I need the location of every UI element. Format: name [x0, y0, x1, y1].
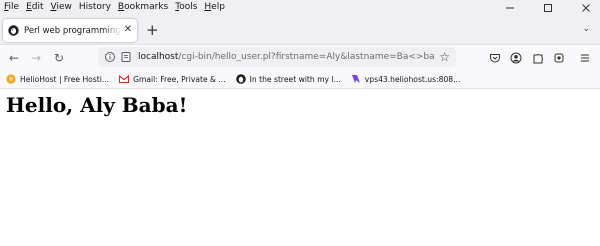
menu-history[interactable]: History [75, 1, 114, 14]
profile-icon [235, 74, 246, 84]
bookmark-vps43[interactable]: vps43.heliohost.us:808... [351, 74, 461, 84]
close-window-button[interactable] [572, 0, 600, 16]
bookmark-label: Gmail: Free, Private & ... [133, 74, 226, 84]
menu-edit[interactable]: Edit [23, 1, 47, 14]
tab-close-icon[interactable]: ✕ [124, 24, 132, 36]
bookmark-street[interactable]: In the street with my l... [235, 74, 341, 84]
tab-list-chevron-icon[interactable]: ⌄ [582, 24, 590, 34]
bookmark-heliohost[interactable]: HelioHost | Free Hosti... [6, 74, 109, 84]
bookmark-label: vps43.heliohost.us:808... [364, 74, 461, 84]
gmail-icon [119, 74, 130, 84]
perl-favicon-icon [8, 25, 19, 36]
menu-bookmarks[interactable]: Bookmarks [114, 1, 171, 14]
tab-title: Perl web programming (Perl scr [24, 25, 122, 36]
bookmark-label: In the street with my l... [249, 74, 341, 84]
menu-view[interactable]: View [47, 1, 75, 14]
back-arrow-icon: ← [8, 51, 20, 65]
menu-tools-label: ools [179, 2, 198, 12]
forward-arrow-icon: → [30, 51, 42, 65]
menu-help-label: elp [211, 2, 225, 12]
menu-edit-label: dit [31, 2, 44, 12]
url-text[interactable]: localhost/cgi-bin/hello_user.pl?firstnam… [138, 52, 435, 62]
bookmark-star-icon[interactable]: ☆ [439, 50, 450, 64]
menu-file[interactable]: File [0, 1, 23, 14]
tab-strip: Perl web programming (Perl scr ✕ + ⌄ [0, 15, 600, 44]
url-host: localhost [138, 52, 179, 62]
tab-perl-web-programming[interactable]: Perl web programming (Perl scr ✕ [3, 19, 137, 42]
page-heading: Hello, Aly Baba! [6, 93, 188, 117]
menu-history-label: History [78, 2, 111, 12]
page-info-icon[interactable] [120, 51, 132, 63]
bookmark-gmail[interactable]: Gmail: Free, Private & ... [119, 74, 226, 84]
reload-button[interactable]: ↻ [51, 50, 67, 66]
page-content: Hello, Aly Baba! [0, 89, 600, 246]
maximize-button[interactable] [534, 0, 562, 16]
menu-bookmarks-label: ookmarks [124, 2, 169, 12]
reload-icon: ↻ [53, 51, 65, 65]
hamburger-menu-icon[interactable] [578, 51, 592, 65]
bookmarks-toolbar: HelioHost | Free Hosti... Gmail: Free, P… [0, 70, 600, 89]
vps-icon [351, 74, 361, 84]
window-controls [486, 0, 600, 16]
url-bar[interactable]: localhost/cgi-bin/hello_user.pl?firstnam… [98, 47, 456, 67]
maximize-icon [544, 4, 552, 12]
menu-help[interactable]: Help [201, 1, 229, 14]
navigation-toolbar: ← → ↻ localhost/cgi-bin/hello_user.pl?fi… [0, 44, 600, 71]
new-tab-button[interactable]: + [146, 22, 159, 38]
minimize-icon [506, 7, 514, 9]
heliohost-icon [6, 74, 16, 84]
account-icon[interactable] [509, 51, 523, 65]
bookmark-label: HelioHost | Free Hosti... [20, 74, 110, 84]
url-path: /cgi-bin/hello_user.pl?firstname=Aly&las… [178, 52, 435, 62]
firefox-view-icon[interactable] [552, 51, 566, 65]
back-button[interactable]: ← [6, 50, 22, 66]
minimize-button[interactable] [496, 0, 524, 16]
menu-tools[interactable]: Tools [172, 1, 201, 14]
menu-file-label: ile [8, 2, 20, 12]
menu-view-label: iew [56, 2, 72, 12]
browser-window: File Edit View History Bookmarks Tools H… [0, 0, 600, 246]
site-info-icon[interactable] [104, 51, 116, 63]
close-icon [582, 4, 590, 12]
forward-button[interactable]: → [28, 50, 44, 66]
pocket-icon[interactable] [488, 51, 502, 65]
extensions-icon[interactable] [531, 51, 545, 65]
